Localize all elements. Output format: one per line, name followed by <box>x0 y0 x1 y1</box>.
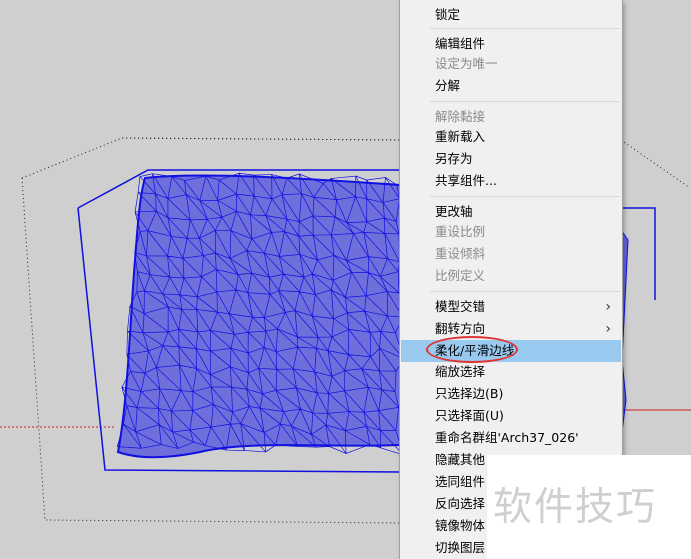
menu-item[interactable]: 另存为 <box>401 148 621 170</box>
menu-item[interactable]: 只选择边(B) <box>401 383 621 405</box>
menu-item-label: 另存为 <box>435 151 473 166</box>
menu-item-label: 分解 <box>435 78 461 93</box>
menu-item-label: 隐藏其他 <box>435 452 486 467</box>
menu-separator <box>430 28 620 29</box>
menu-item-label: 切换图层 <box>435 540 486 555</box>
menu-item-label: 比例定义 <box>435 268 486 283</box>
menu-item-label: 镜像物体 <box>435 518 486 533</box>
menu-item[interactable]: 重新载入 <box>401 126 621 148</box>
menu-item[interactable]: 编辑组件 <box>401 33 621 55</box>
menu-item[interactable]: 分解 <box>401 75 621 97</box>
menu-item[interactable]: 锁定 <box>401 4 621 26</box>
menu-item-label: 只选择面(U) <box>435 408 504 423</box>
menu-item-label: 设定为唯一 <box>435 56 498 71</box>
menu-item-label: 反向选择 <box>435 496 486 511</box>
watermark-text: 软件技巧 <box>493 485 658 530</box>
menu-item[interactable]: 更改轴 <box>401 201 621 223</box>
menu-item[interactable]: 共享组件... <box>401 170 621 192</box>
menu-item-label: 锁定 <box>435 7 461 22</box>
menu-item-label: 共享组件... <box>435 173 497 188</box>
menu-separator <box>430 291 620 292</box>
menu-separator <box>430 196 620 197</box>
menu-item: 解除黏接 <box>401 106 621 128</box>
menu-item-label: 重设比例 <box>435 224 486 239</box>
menu-item: 设定为唯一 <box>401 53 621 75</box>
menu-item[interactable]: 翻转方向 › <box>401 318 621 340</box>
menu-item: 重设倾斜 <box>401 243 621 265</box>
menu-item[interactable]: 重命名群组'Arch37_026' <box>401 427 621 449</box>
menu-item-label: 重新载入 <box>435 129 486 144</box>
menu-item-label: 重命名群组'Arch37_026' <box>435 430 579 445</box>
chevron-right-icon: › <box>605 299 611 315</box>
menu-item-label: 编辑组件 <box>435 36 486 51</box>
menu-item[interactable]: 只选择面(U) <box>401 405 621 427</box>
menu-separator <box>430 101 620 102</box>
menu-item[interactable]: 模型交错 › <box>401 296 621 318</box>
menu-item-label: 重设倾斜 <box>435 246 486 261</box>
menu-item-label: 解除黏接 <box>435 109 486 124</box>
menu-item-label: 更改轴 <box>435 204 473 219</box>
menu-item: 重设比例 <box>401 221 621 243</box>
menu-item[interactable]: 缩放选择 <box>401 361 621 383</box>
chevron-right-icon: › <box>605 321 611 337</box>
menu-item-label: 模型交错 <box>435 299 486 314</box>
red-annotation-circle <box>426 336 518 363</box>
menu-item: 比例定义 <box>401 265 621 287</box>
menu-item-label: 选同组件 <box>435 474 486 489</box>
menu-item-label: 缩放选择 <box>435 364 486 379</box>
menu-item-label: 只选择边(B) <box>435 386 504 401</box>
